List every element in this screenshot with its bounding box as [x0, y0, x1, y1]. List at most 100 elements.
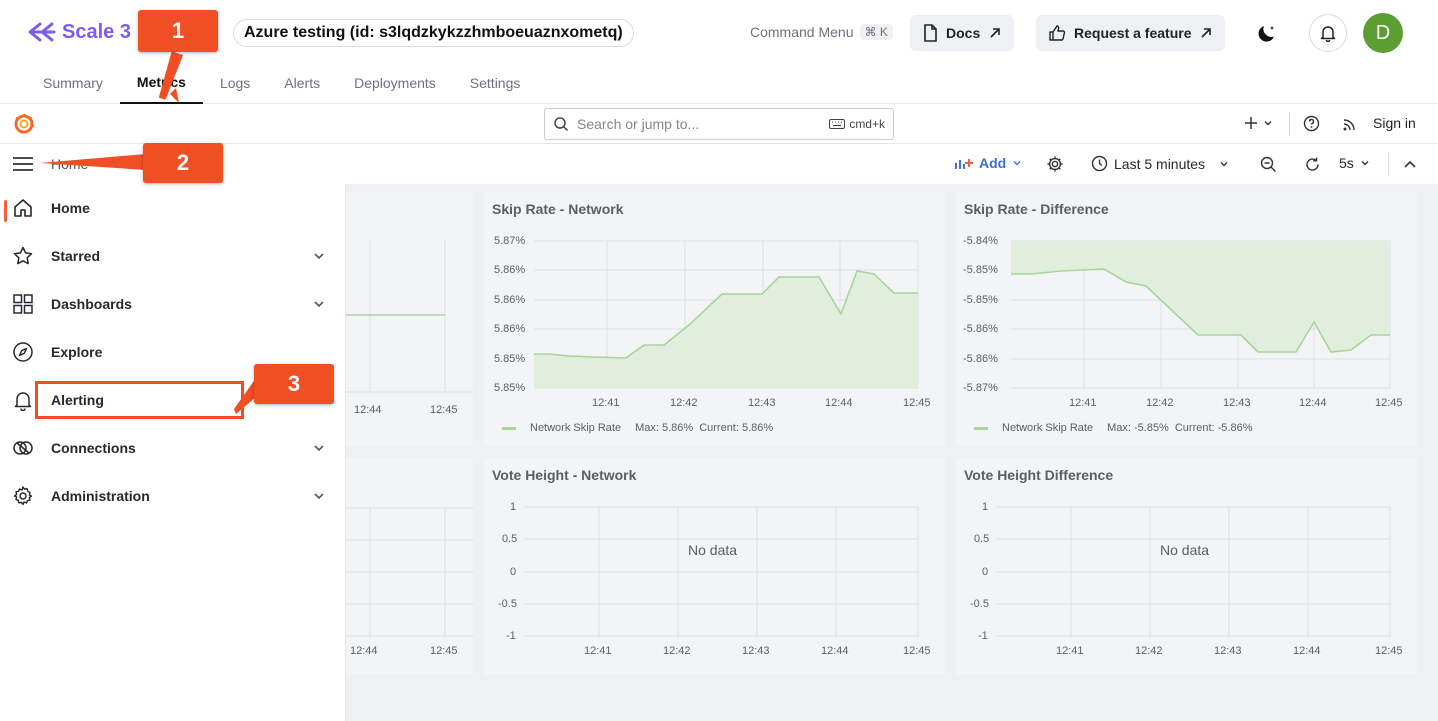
x-tick: 12:41	[584, 645, 612, 657]
brand-logo[interactable]: Scale 3	[26, 20, 131, 44]
request-feature-button[interactable]: Request a feature	[1036, 15, 1226, 51]
step-badge-1: 1	[138, 10, 218, 52]
clock-icon	[1091, 155, 1108, 172]
panel-vote-height-network[interactable]: Vote Height - Network No data 1 0.5 0 -0…	[484, 458, 946, 675]
plus-icon	[1245, 117, 1257, 129]
compass-icon	[13, 342, 33, 362]
panel-skip-rate-network[interactable]: Skip Rate - Network 5.87% 5.86% 5.86% 5.…	[484, 192, 946, 446]
y-tick: 5.86%	[494, 264, 526, 276]
chevron-down-icon[interactable]	[312, 297, 326, 311]
y-tick: 5.86%	[494, 323, 526, 335]
chevron-down-icon	[1220, 161, 1228, 166]
y-tick: -1	[978, 630, 988, 642]
tab-alerts[interactable]: Alerts	[267, 62, 337, 104]
add-panel-button[interactable]: Add	[955, 155, 1022, 171]
y-tick: -5.87%	[963, 382, 998, 394]
tab-deployments[interactable]: Deployments	[337, 62, 453, 104]
x-tick: 12:42	[1135, 645, 1163, 657]
chevron-down-icon[interactable]	[312, 489, 326, 503]
menu-item-home[interactable]: Home	[0, 188, 346, 228]
dashboards-icon	[13, 294, 33, 314]
dashboard-settings-icon[interactable]	[1046, 155, 1064, 173]
menu-item-dashboards[interactable]: Dashboards	[0, 284, 346, 324]
legend-series: Network Skip Rate	[1002, 422, 1094, 434]
y-tick: 5.87%	[494, 235, 526, 247]
refresh-interval-picker[interactable]: 5s	[1339, 155, 1370, 171]
tab-metrics[interactable]: Metrics	[119, 62, 203, 104]
tab-settings[interactable]: Settings	[453, 62, 538, 104]
x-tick: 12:42	[670, 397, 698, 409]
chevron-down-icon[interactable]	[312, 441, 326, 455]
x-tick: 12:45	[903, 397, 931, 409]
help-icon[interactable]	[1303, 115, 1320, 132]
x-tick: 12:44	[354, 404, 382, 416]
external-link-icon	[990, 28, 1001, 38]
command-menu[interactable]: Command Menu ⌘ K	[750, 24, 893, 40]
request-feature-label: Request a feature	[1074, 25, 1192, 41]
x-tick: 12:45	[430, 645, 458, 657]
project-selector[interactable]: Azure testing (id: s3lqdzkykzzhmboeuaznx…	[233, 19, 634, 47]
vote-height-difference-chart	[996, 506, 1391, 638]
legend-series: Network Skip Rate	[530, 422, 622, 434]
menu-item-label: Administration	[51, 488, 150, 504]
menu-item-label: Dashboards	[51, 296, 132, 312]
panel-vote-height-difference[interactable]: Vote Height Difference No data 1 0.5 0 -…	[956, 458, 1418, 675]
y-tick: -5.86%	[963, 353, 998, 365]
x-tick: 12:45	[430, 404, 458, 416]
bell-icon	[14, 392, 32, 411]
panel-hidden-bottom: 12:44 12:45	[340, 458, 473, 675]
new-menu-button[interactable]	[1243, 115, 1273, 131]
vote-height-network-chart	[524, 506, 919, 638]
menu-item-connections[interactable]: Connections	[0, 428, 346, 468]
y-tick: 5.85%	[494, 353, 526, 365]
menu-item-starred[interactable]: Starred	[0, 236, 346, 276]
x-tick: 12:42	[663, 645, 691, 657]
tab-logs[interactable]: Logs	[203, 62, 267, 104]
y-tick: 0.5	[974, 533, 990, 545]
command-menu-label: Command Menu	[750, 24, 854, 40]
refresh-interval-label: 5s	[1339, 155, 1354, 171]
y-tick: -5.84%	[963, 235, 998, 247]
add-label: Add	[979, 155, 1007, 171]
star-icon	[13, 246, 33, 265]
alerting-highlight-box	[35, 381, 244, 419]
chevron-down-icon[interactable]	[312, 249, 326, 263]
chart-legend[interactable]: Network Skip Rate Max: -5.85% Current: -…	[974, 422, 1253, 434]
grafana-logo-icon[interactable]	[12, 112, 36, 136]
x-tick: 12:43	[1223, 397, 1251, 409]
connections-icon	[13, 441, 33, 455]
menu-item-administration[interactable]: Administration	[0, 476, 346, 516]
zoom-out-icon[interactable]	[1260, 156, 1277, 173]
tab-summary[interactable]: Summary	[26, 62, 120, 104]
x-tick: 12:44	[350, 645, 378, 657]
menu-item-label: Starred	[51, 248, 101, 264]
x-tick: 12:45	[903, 645, 931, 657]
user-avatar[interactable]: D	[1363, 13, 1403, 53]
time-range-picker[interactable]: Last 5 minutes	[1091, 155, 1229, 172]
sign-in-link[interactable]: Sign in	[1373, 115, 1416, 131]
hamburger-menu-icon[interactable]	[12, 155, 34, 173]
y-tick: 5.86%	[494, 294, 526, 306]
command-menu-shortcut: ⌘ K	[859, 24, 893, 40]
dark-mode-toggle-icon[interactable]	[1255, 21, 1279, 45]
y-tick: 0.5	[502, 533, 518, 545]
chart-legend[interactable]: Network Skip Rate Max: 5.86% Current: 5.…	[502, 422, 773, 434]
panel-skip-rate-difference[interactable]: Skip Rate - Difference -5.84% -5.85% -5.…	[956, 192, 1418, 446]
chevron-up-icon[interactable]	[1403, 158, 1417, 170]
menu-item-label: Explore	[51, 344, 103, 360]
docs-button[interactable]: Docs	[910, 15, 1015, 51]
grafana-topbar: Search or jump to... cmd+k Sign in	[0, 104, 1438, 144]
chevron-down-icon	[1264, 121, 1272, 126]
keyboard-icon	[829, 119, 846, 129]
grafana-search-input[interactable]: Search or jump to... cmd+k	[544, 108, 894, 140]
x-tick: 12:45	[1375, 397, 1403, 409]
rss-icon[interactable]	[1342, 116, 1358, 132]
breadcrumb[interactable]: Home	[51, 156, 88, 172]
legend-current: Current: 5.86%	[699, 422, 774, 434]
y-tick: -0.5	[970, 598, 989, 610]
notifications-button[interactable]	[1309, 14, 1347, 52]
refresh-icon[interactable]	[1304, 156, 1321, 173]
legend-swatch	[502, 426, 516, 430]
thumbs-up-icon	[1049, 25, 1066, 41]
x-tick: 12:41	[1069, 397, 1097, 409]
